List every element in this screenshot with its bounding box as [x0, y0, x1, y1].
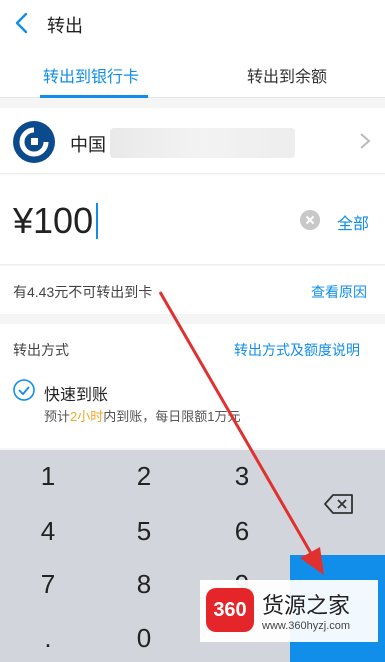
active-tab-indicator	[40, 95, 148, 98]
amount-input[interactable]: ¥100	[13, 200, 99, 242]
key-5[interactable]: 5	[96, 505, 192, 557]
amount-value: 100	[33, 200, 94, 241]
key-dot[interactable]: .	[0, 612, 96, 662]
currency-symbol: ¥	[13, 200, 34, 241]
tab-to-bank-card[interactable]: 转出到银行卡	[43, 63, 139, 87]
arrival-desc-prefix: 预计	[44, 409, 71, 424]
ccb-bank-logo-icon	[13, 121, 55, 163]
tab-bar: 转出到银行卡 转出到余额	[0, 46, 385, 98]
back-arrow-icon[interactable]	[12, 10, 32, 36]
watermark-url: www.360hyzj.com	[262, 620, 351, 632]
arrival-time-highlight: 2小时	[70, 409, 104, 424]
page-title: 转出	[47, 16, 83, 36]
key-1[interactable]: 1	[0, 450, 96, 502]
amount-input-row[interactable]: ¥100 全部	[0, 175, 385, 265]
key-8[interactable]: 8	[96, 558, 192, 610]
fast-arrival-option[interactable]: 快速到账	[44, 381, 108, 405]
arrival-description: 预计2小时内到账，每日限额1万元	[44, 406, 240, 425]
nav-bar: 转出	[0, 0, 385, 46]
clear-icon[interactable]	[300, 210, 320, 230]
key-4[interactable]: 4	[0, 505, 96, 557]
watermark-logo: 360 货源之家 www.360hyzj.com	[200, 580, 378, 642]
bank-name: 中国	[70, 135, 106, 155]
watermark-badge: 360	[206, 588, 254, 632]
transfer-out-screen: 转出 转出到银行卡 转出到余额 中国 ¥100 全部 有4.43元不可转出到卡 …	[0, 0, 385, 662]
bank-card-selector[interactable]: 中国	[0, 108, 385, 174]
key-3[interactable]: 3	[194, 450, 290, 502]
key-6[interactable]: 6	[194, 505, 290, 557]
text-cursor	[96, 203, 99, 239]
key-7[interactable]: 7	[0, 558, 96, 610]
key-0[interactable]: 0	[96, 612, 192, 662]
redacted-card-number	[110, 128, 295, 158]
tab-to-balance[interactable]: 转出到余额	[247, 63, 327, 87]
watermark-name: 货源之家	[262, 594, 351, 619]
check-circle-icon[interactable]	[13, 379, 35, 401]
method-limit-info-link[interactable]: 转出方式及额度说明	[234, 340, 360, 360]
transfer-all-button[interactable]: 全部	[337, 210, 369, 234]
notice-row: 有4.43元不可转出到卡 查看原因	[0, 266, 385, 314]
backspace-icon[interactable]	[323, 492, 355, 516]
transfer-method-section: 转出方式 转出方式及额度说明 快速到账 预计2小时内到账，每日限额1万元	[0, 324, 385, 448]
arrival-desc-suffix: 内到账，每日限额1万元	[103, 409, 241, 424]
method-label: 转出方式	[13, 342, 69, 358]
key-2[interactable]: 2	[96, 450, 192, 502]
view-reason-link[interactable]: 查看原因	[311, 282, 367, 302]
chevron-right-icon	[360, 133, 371, 149]
non-transferable-notice: 有4.43元不可转出到卡	[13, 284, 153, 300]
